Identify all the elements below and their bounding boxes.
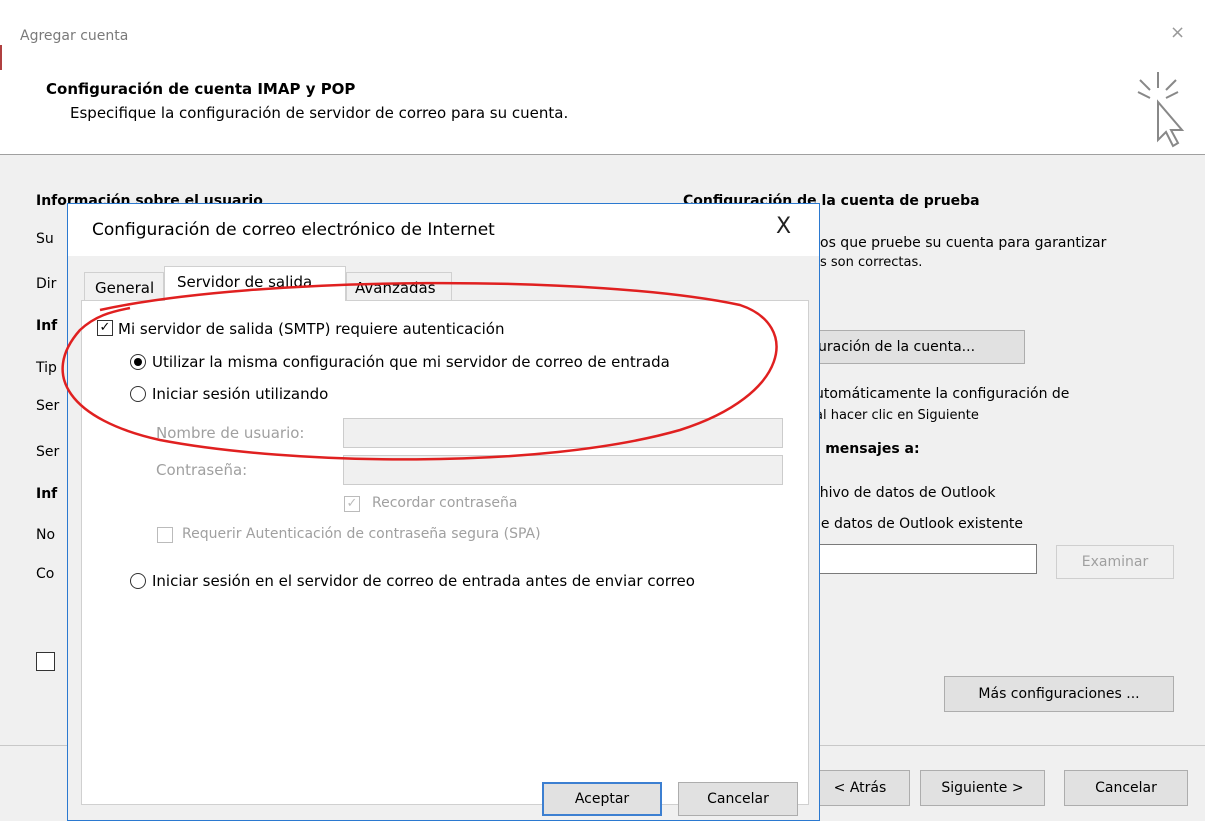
tab-general[interactable]: General: [84, 272, 164, 300]
password-label: Contraseña:: [156, 461, 248, 479]
data-file-path-field[interactable]: [805, 544, 1037, 574]
left-row-label: Inf: [36, 486, 58, 502]
auto-test-line2: al hacer clic en Siguiente: [815, 408, 979, 423]
remember-password-checkbox[interactable]: ✓: [344, 496, 360, 512]
browse-button[interactable]: Examinar: [1056, 545, 1174, 579]
same-settings-radio[interactable]: [130, 354, 146, 370]
window-title: Agregar cuenta: [20, 28, 129, 44]
left-row-label: Inf: [36, 318, 58, 334]
deliver-heading: s mensajes a:: [812, 441, 920, 457]
left-row-label: Tip: [36, 360, 57, 376]
option-new-data-file[interactable]: chivo de datos de Outlook: [812, 485, 995, 501]
remember-password-label: Recordar contraseña: [372, 495, 518, 511]
smtp-auth-checkbox[interactable]: ✓: [97, 320, 113, 336]
page-subtitle: Especifique la configuración de servidor…: [70, 104, 569, 122]
username-field[interactable]: [343, 418, 783, 448]
left-row-label: Ser: [36, 444, 60, 460]
tab-advanced[interactable]: Avanzadas: [346, 272, 452, 300]
footer-cancel-button[interactable]: Cancelar: [1064, 770, 1188, 806]
next-button[interactable]: Siguiente >: [920, 770, 1045, 806]
left-row-label: Dir: [36, 276, 57, 292]
left-row-label: No: [36, 527, 56, 543]
smtp-auth-label: Mi servidor de salida (SMTP) requiere au…: [118, 320, 505, 338]
spa-label: Requerir Autenticación de contraseña seg…: [182, 526, 541, 542]
option-existing-data-file[interactable]: de datos de Outlook existente: [812, 516, 1023, 532]
dialog-close-icon[interactable]: X: [776, 214, 791, 239]
page-title: Configuración de cuenta IMAP y POP: [46, 80, 356, 98]
login-incoming-first-label: Iniciar sesión en el servidor de correo …: [152, 572, 695, 590]
left-row-label: Ser: [36, 398, 60, 414]
back-button[interactable]: < Atrás: [810, 770, 910, 806]
more-settings-button[interactable]: Más configuraciones ...: [944, 676, 1174, 712]
test-text-line1: os que pruebe su cuenta para garantizar: [820, 235, 1107, 251]
main-window-header: [0, 0, 1205, 155]
same-settings-label: Utilizar la misma configuración que mi s…: [152, 353, 670, 371]
dialog-cancel-button[interactable]: Cancelar: [678, 782, 798, 816]
password-field[interactable]: [343, 455, 783, 485]
ok-button[interactable]: Aceptar: [542, 782, 662, 816]
auto-test-line1: utomáticamente la configuración de: [815, 386, 1070, 402]
test-account-settings-button[interactable]: uración de la cuenta...: [805, 330, 1025, 364]
test-text-line2: s son correctas.: [820, 255, 923, 270]
spa-checkbox[interactable]: [157, 527, 173, 543]
left-row-label: Su: [36, 231, 54, 247]
window-close-icon[interactable]: ×: [1170, 22, 1185, 43]
login-using-radio[interactable]: [130, 386, 146, 402]
dialog-title: Configuración de correo electrónico de I…: [92, 220, 495, 240]
login-incoming-first-radio[interactable]: [130, 573, 146, 589]
tab-outgoing-server[interactable]: Servidor de salida: [164, 266, 346, 301]
username-label: Nombre de usuario:: [156, 424, 305, 442]
login-using-label: Iniciar sesión utilizando: [152, 385, 329, 403]
wizard-cursor-icon: [1137, 72, 1185, 148]
outgoing-server-panel: [81, 300, 809, 805]
left-checkbox[interactable]: [36, 652, 55, 671]
left-row-label: Co: [36, 566, 55, 582]
window-edge-marker: [0, 45, 2, 70]
